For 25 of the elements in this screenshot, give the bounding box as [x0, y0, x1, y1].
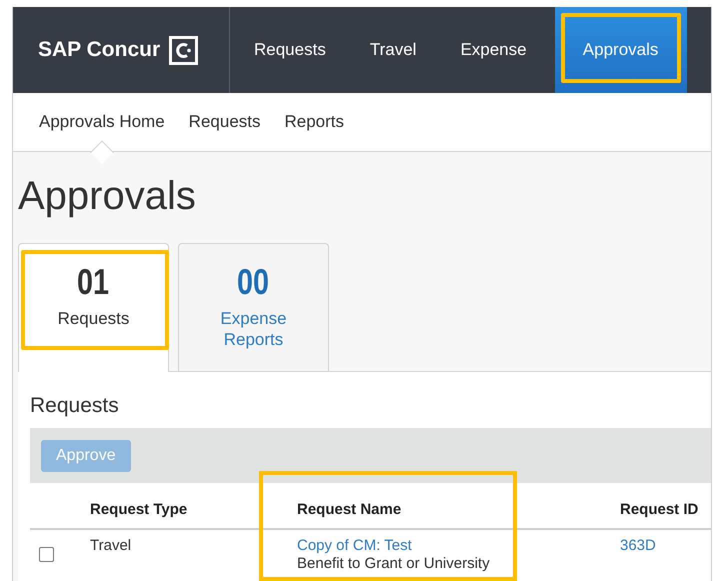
- request-link[interactable]: Copy of CM: Test: [297, 537, 620, 555]
- tile-label: Requests: [56, 308, 130, 329]
- tile-label: Expense Reports: [219, 308, 288, 350]
- logo-icon: [169, 36, 198, 64]
- column-header[interactable]: Request ID: [620, 483, 711, 530]
- nav-tab[interactable]: Travel: [348, 7, 438, 93]
- column-header[interactable]: Request Name: [297, 483, 620, 530]
- subnav-tab[interactable]: Requests: [176, 93, 272, 163]
- request-id-link[interactable]: 363D: [620, 537, 656, 554]
- page-title: Approvals: [18, 174, 197, 219]
- request-purpose: Benefit to Grant or University: [297, 555, 491, 573]
- brand-name: SAP Concur: [38, 38, 160, 62]
- tile-count: 01: [77, 262, 110, 302]
- row-checkbox[interactable]: [39, 547, 54, 562]
- column-header[interactable]: Request Type: [90, 483, 297, 530]
- subnav-tab[interactable]: Approvals Home: [27, 93, 177, 163]
- tile-count: 00: [237, 262, 270, 302]
- summary-tile[interactable]: 01 Requests: [18, 243, 169, 372]
- nav-tab[interactable]: Requests: [230, 7, 348, 93]
- section-title: Requests: [30, 394, 120, 418]
- nav-tab[interactable]: Approvals: [554, 7, 687, 93]
- nav-tab[interactable]: Expense: [438, 7, 549, 93]
- summary-tile[interactable]: 00 Expense Reports: [178, 243, 329, 371]
- subnav-tab[interactable]: Reports: [272, 93, 356, 163]
- table-cell-text: Travel: [90, 536, 132, 556]
